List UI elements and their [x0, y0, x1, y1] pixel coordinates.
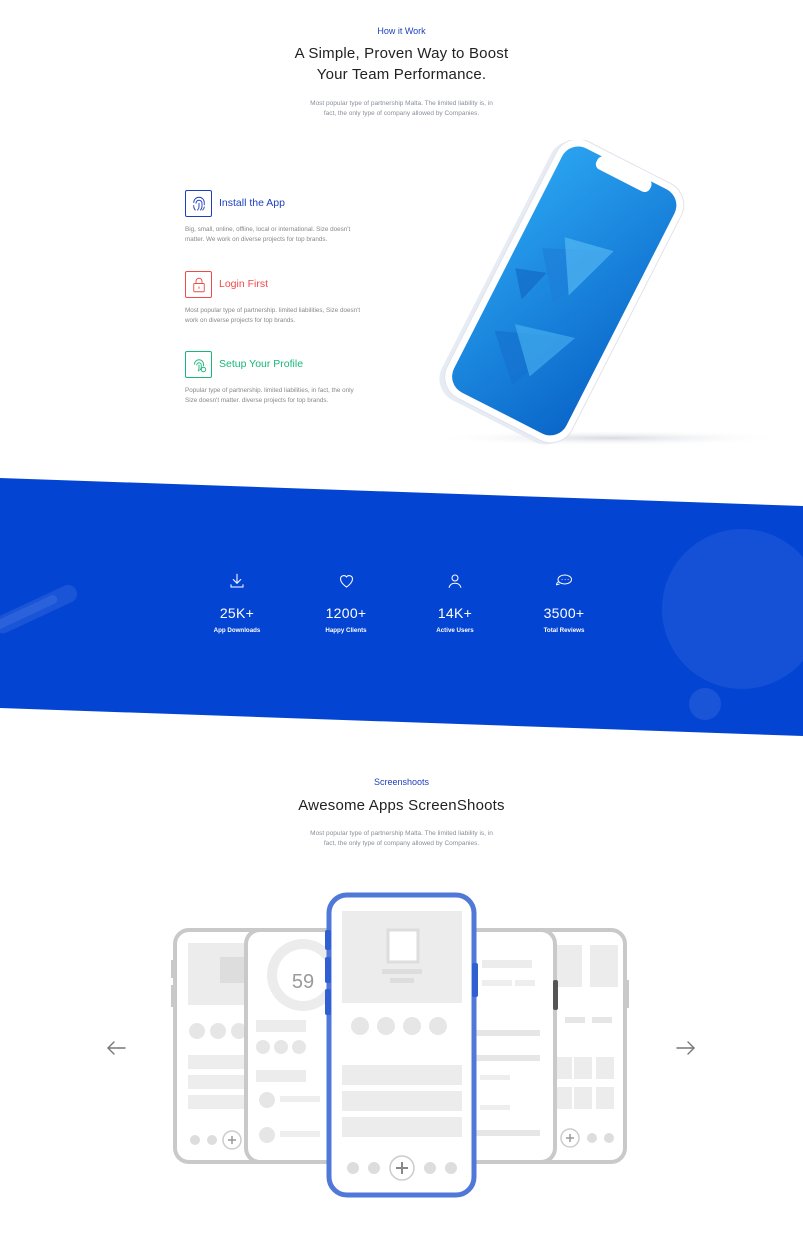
section-eyebrow-screens: Screenshoots	[373, 777, 430, 787]
screens-desc-line2: fact, the only type of company allowed b…	[323, 840, 480, 847]
screenshot-slide-3-active	[325, 892, 478, 1198]
step-desc-line2: work on diverse projects for top brands.	[185, 317, 296, 324]
step-desc-line1: Most popular type of partnership. limite…	[185, 307, 361, 314]
phone-mockup-illustration	[430, 140, 790, 446]
step-desc: Popular type of partnership. limited lia…	[185, 386, 395, 406]
section-eyebrow-how: How it Work	[377, 26, 426, 36]
stat-label: App Downloads	[213, 627, 261, 634]
stat-app-downloads: 25K+ App Downloads	[187, 572, 287, 634]
review-chat-icon	[514, 572, 614, 592]
screens-title: Awesome Apps ScreenShoots	[298, 797, 505, 814]
fingerprint-icon	[185, 190, 212, 217]
step-title: Install the App	[219, 197, 285, 209]
screenshots-carousel: 59	[171, 892, 629, 1198]
step-desc-line2: matter. We work on diverse projects for …	[185, 236, 328, 243]
stat-number: 14K+	[437, 605, 473, 621]
step-desc-line1: Popular type of partnership. limited lia…	[185, 387, 354, 394]
stat-active-users: 14K+ Active Users	[405, 572, 505, 634]
section-title-line2: Your Team Performance.	[316, 66, 487, 83]
step-title: Setup Your Profile	[219, 358, 304, 370]
stat-happy-clients: 1200+ Happy Clients	[296, 572, 396, 634]
step-desc-line2: Size doesn't matter. diverse projects fo…	[185, 397, 329, 404]
carousel-next-arrow-icon[interactable]	[675, 1038, 697, 1058]
stat-total-reviews: 3500+ Total Reviews	[514, 572, 614, 634]
user-icon	[405, 572, 505, 592]
stat-label: Total Reviews	[543, 627, 585, 634]
screens-desc-line1: Most popular type of partnership Malta. …	[310, 830, 493, 837]
step-desc: Big, small, online, offline, local or in…	[185, 225, 395, 245]
section-desc-line2: fact, the only type of company allowed b…	[323, 110, 480, 117]
stat-number: 1200+	[325, 605, 367, 621]
carousel-prev-arrow-icon[interactable]	[105, 1038, 127, 1058]
download-icon	[187, 572, 287, 592]
step-title: Login First	[219, 278, 269, 290]
lock-icon	[185, 271, 212, 298]
gauge-value: 59	[292, 971, 314, 993]
heart-icon	[296, 572, 396, 592]
stat-number: 25K+	[219, 605, 255, 621]
stat-label: Active Users	[436, 627, 474, 634]
stat-label: Happy Clients	[325, 627, 367, 634]
page: How it Work A Simple, Proven Way to Boos…	[0, 0, 803, 1244]
section-desc-line1: Most popular type of partnership Malta. …	[310, 100, 493, 107]
step-desc: Most popular type of partnership. limite…	[185, 306, 395, 326]
section-title-line1: A Simple, Proven Way to Boost	[294, 45, 509, 62]
stat-number: 3500+	[543, 605, 585, 621]
stats-band-background	[0, 478, 803, 736]
step-desc-line1: Big, small, online, offline, local or in…	[185, 226, 351, 233]
profile-fingerprint-icon	[185, 351, 212, 378]
